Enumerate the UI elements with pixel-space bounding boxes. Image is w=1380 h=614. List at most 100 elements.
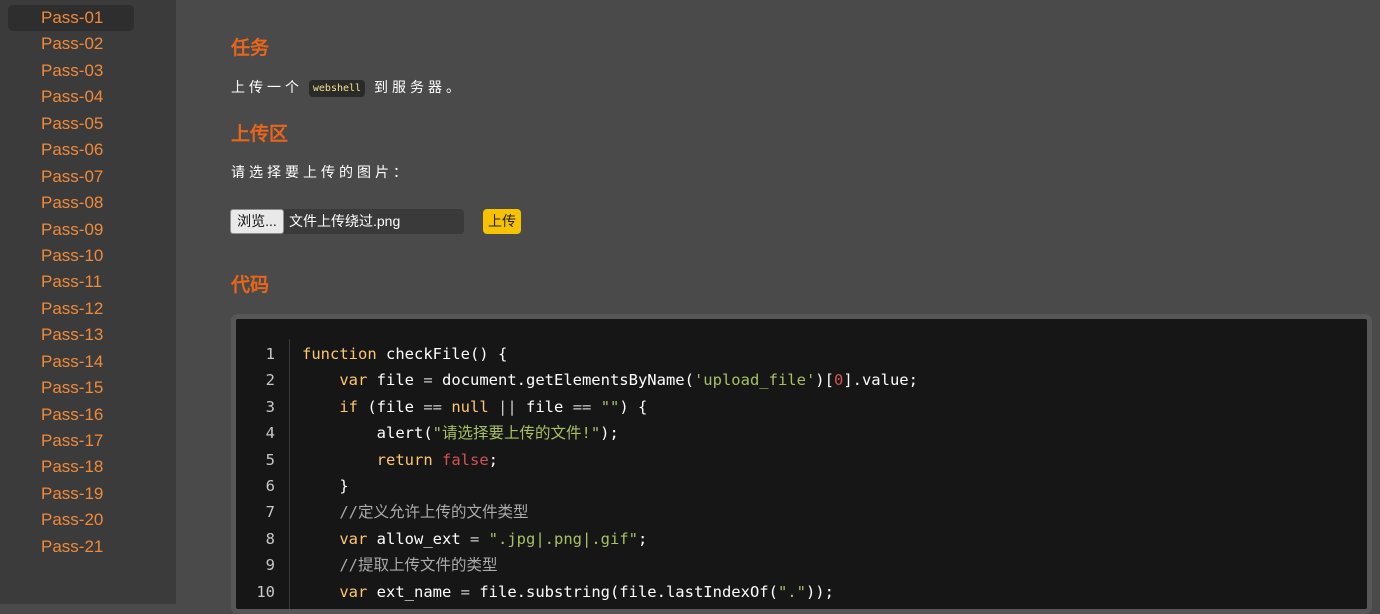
task-heading: 任务 [231,38,270,59]
sidebar-item-pass-01[interactable]: Pass-01 [8,5,134,32]
sidebar-item-pass-16[interactable]: Pass-16 [8,402,134,428]
code-source: alert("请选择要上传的文件!"); [302,420,619,446]
code-line: 1 function checkFile() { [236,341,1367,367]
code-line: 8 var allow_ext = ".jpg|.png|.gif"; [236,526,1367,552]
sidebar-item-pass-11[interactable]: Pass-11 [8,269,134,295]
sidebar-item-pass-06[interactable]: Pass-06 [8,137,134,163]
code-token: return [376,450,433,469]
sidebar-item-pass-04[interactable]: Pass-04 [8,84,134,110]
sidebar-item-pass-09[interactable]: Pass-09 [8,217,134,243]
sidebar-item-pass-19[interactable]: Pass-19 [8,481,134,507]
code-source: var ext_name = file.substring(file.lastI… [302,579,834,605]
code-source: var file = document.getElementsByName('u… [302,367,918,393]
sidebar: Pass-01 Pass-02 Pass-03 Pass-04 Pass-05 Pass-… [0,0,176,604]
code-source: } [302,473,349,499]
code-token: //定义允许上传的文件类型 [339,503,529,522]
code-token: == [572,397,592,416]
code-token: file [367,371,424,390]
sidebar-item-pass-17[interactable]: Pass-17 [8,428,134,454]
sidebar-item-pass-21[interactable]: Pass-21 [8,534,134,560]
code-token: = [460,582,470,601]
upload-submit-button[interactable]: 上传 [483,209,521,234]
code-token: file [516,397,573,416]
sidebar-item-pass-03[interactable]: Pass-03 [8,58,134,84]
code-token: ; [488,450,499,469]
code-source: function checkFile() { [302,341,507,367]
code-token: (file [358,397,424,416]
webshell-tag: webshell [308,79,366,97]
code-token: file.substring(file.lastIndexOf( [470,582,778,601]
code-source: //定义允许上传的文件类型 [302,499,529,525]
sidebar-item-pass-08[interactable]: Pass-08 [8,190,134,216]
task-text-before: 上传一个 [231,79,303,95]
code-token: function [302,345,377,363]
line-number: 2 [265,371,275,390]
code-token: == [423,397,442,416]
line-number: 3 [265,397,275,416]
code-source: //提取上传文件的类型 [302,552,498,578]
browse-button[interactable]: 浏览... [230,209,284,234]
task-description: 上传一个 webshell 到服务器。 [231,77,464,97]
code-token: = [469,529,480,548]
code-line: 4 alert("请选择要上传的文件!"); [236,420,1367,446]
code-token: ].value; [843,371,918,390]
code-token: = [423,371,433,390]
code-token: "" [600,397,620,416]
code-token: //提取上传文件的类型 [339,556,498,575]
code-token: || [498,397,517,416]
upload-prompt: 请选择要上传的图片： [231,164,411,180]
sidebar-item-pass-10[interactable]: Pass-10 [8,243,134,269]
code-token: var [339,529,368,548]
code-line: 9 //提取上传文件的类型 [236,552,1367,578]
line-number: 4 [265,424,275,443]
sidebar-item-pass-14[interactable]: Pass-14 [8,349,134,375]
sidebar-item-pass-05[interactable]: Pass-05 [8,111,134,137]
code-source: var allow_ext = ".jpg|.png|.gif"; [302,526,647,552]
code-token: var [339,582,368,601]
code-line: 10 var ext_name = file.substring(file.la… [236,579,1367,605]
code-token: alert( [302,424,433,443]
code-token: 0 [833,371,844,390]
sidebar-item-pass-07[interactable]: Pass-07 [8,164,134,190]
sidebar-item-pass-18[interactable]: Pass-18 [8,454,134,480]
code-line: 6 } [236,473,1367,499]
code-line: 5 return false; [236,447,1367,473]
sidebar-item-pass-13[interactable]: Pass-13 [8,322,134,348]
sidebar-item-pass-12[interactable]: Pass-12 [8,296,134,322]
file-input[interactable]: 浏览... 文件上传绕过.png [230,209,464,234]
code-token: ".jpg|.png|.gif" [488,529,638,548]
code-token: } [302,477,349,495]
code-token: 'upload_file' [693,371,816,390]
upload-heading: 上传区 [231,124,289,145]
line-number: 5 [265,450,275,469]
task-text-after: 到服务器。 [373,79,464,95]
sidebar-item-pass-15[interactable]: Pass-15 [8,375,134,401]
code-token: document.getElementsByName( [432,371,694,390]
code-token: ); [600,424,619,443]
code-block: 1 function checkFile() { 2 var file = docu… [231,314,1372,614]
code-source: if (file == null || file == "") { [302,394,647,420]
sidebar-item-pass-20[interactable]: Pass-20 [8,507,134,533]
line-number: 6 [265,477,275,495]
code-token: ; [637,529,648,548]
code-token: var [339,371,368,390]
line-number: 1 [265,345,275,363]
line-number: 10 [256,582,275,601]
code-source: return false; [302,447,498,473]
code-line: 3 if (file == null || file == "") { [236,394,1367,420]
code-token: ext_name [367,582,461,601]
code-token: checkFile() { [376,345,508,363]
sidebar-item-pass-02[interactable]: Pass-02 [8,31,134,57]
code-token: null [451,397,489,416]
code-token: )[ [815,371,834,390]
selected-file-name: 文件上传绕过.png [289,213,401,229]
